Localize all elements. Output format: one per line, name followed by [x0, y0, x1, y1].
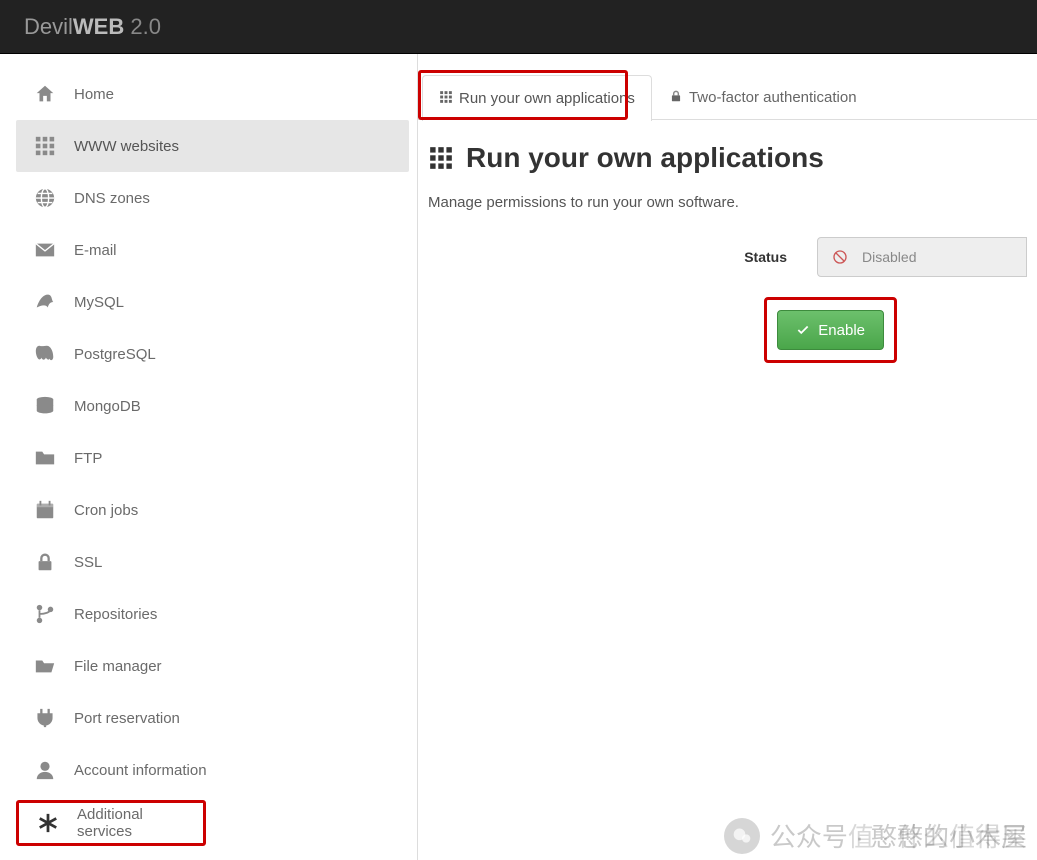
brand: DevilWEB 2.0 [24, 14, 161, 40]
sidebar-item-label: Repositories [74, 606, 157, 623]
sidebar-item-label: Home [74, 86, 114, 103]
sidebar-item-label: Additional services [77, 806, 185, 840]
postgresql-icon [34, 343, 56, 365]
sidebar-item-label: PostgreSQL [74, 346, 156, 363]
sidebar-item-www[interactable]: WWW websites [16, 120, 409, 172]
sidebar-item-ftp[interactable]: FTP [16, 432, 409, 484]
sidebar-item-dns[interactable]: DNS zones [16, 172, 409, 224]
grid-icon [34, 135, 56, 157]
sidebar-item-label: E-mail [74, 242, 117, 259]
folder-open-icon [34, 655, 56, 677]
sidebar-item-home[interactable]: Home [16, 68, 409, 120]
sidebar-item-filemanager[interactable]: File manager [16, 640, 409, 692]
sidebar-item-port[interactable]: Port reservation [16, 692, 409, 744]
enable-button[interactable]: Enable [777, 310, 884, 350]
grid-icon [439, 90, 453, 108]
plug-icon [34, 707, 56, 729]
brand-version: 2.0 [124, 14, 161, 39]
brand-part2: WEB [73, 14, 124, 39]
sidebar-item-account[interactable]: Account information [16, 744, 409, 796]
globe-icon [34, 187, 56, 209]
brand-part1: Devil [24, 14, 73, 39]
sidebar-item-mongodb[interactable]: MongoDB [16, 380, 409, 432]
database-icon [34, 395, 56, 417]
sidebar-item-label: WWW websites [74, 138, 179, 155]
asterisk-icon [37, 812, 59, 834]
lock-icon [669, 89, 683, 107]
ban-icon [832, 249, 848, 265]
grid-icon [428, 145, 454, 171]
home-icon [34, 83, 56, 105]
page-title-text: Run your own applications [466, 142, 824, 174]
main-content: Run your own applications Two-factor aut… [418, 54, 1037, 860]
sidebar-item-label: DNS zones [74, 190, 150, 207]
tab-label: Two-factor authentication [689, 89, 857, 106]
sidebar-item-mysql[interactable]: MySQL [16, 276, 409, 328]
sidebar-item-label: File manager [74, 658, 162, 675]
check-icon [796, 323, 810, 337]
sidebar-item-label: MongoDB [74, 398, 141, 415]
status-label: Status [744, 249, 787, 265]
tab-run-apps[interactable]: Run your own applications [422, 75, 652, 121]
tabs: Run your own applications Two-factor aut… [418, 54, 1037, 120]
tab-label: Run your own applications [459, 90, 635, 107]
sidebar-item-label: Account information [74, 762, 207, 779]
tab-two-factor[interactable]: Two-factor authentication [652, 74, 874, 120]
sidebar-item-email[interactable]: E-mail [16, 224, 409, 276]
branch-icon [34, 603, 56, 625]
lock-icon [34, 551, 56, 573]
enable-button-label: Enable [818, 322, 865, 339]
enable-highlight: Enable [764, 297, 897, 363]
mysql-icon [34, 291, 56, 313]
sidebar-item-repositories[interactable]: Repositories [16, 588, 409, 640]
sidebar-item-label: SSL [74, 554, 102, 571]
folder-icon [34, 447, 56, 469]
page-subtitle: Manage permissions to run your own softw… [428, 194, 1027, 211]
status-value: Disabled [862, 249, 916, 265]
sidebar-item-additional-services[interactable]: Additional services [16, 800, 206, 846]
envelope-icon [34, 239, 56, 261]
sidebar-item-label: Cron jobs [74, 502, 138, 519]
sidebar-item-cron[interactable]: Cron jobs [16, 484, 409, 536]
calendar-icon [34, 499, 56, 521]
sidebar-item-postgresql[interactable]: PostgreSQL [16, 328, 409, 380]
sidebar-item-ssl[interactable]: SSL [16, 536, 409, 588]
page-title: Run your own applications [428, 142, 1027, 174]
sidebar-item-label: FTP [74, 450, 102, 467]
status-value-box: Disabled [817, 237, 1027, 277]
topbar: DevilWEB 2.0 [0, 0, 1037, 54]
sidebar: Home WWW websites DNS zones E-mail MySQL… [0, 54, 418, 860]
status-row: Status Disabled [428, 237, 1027, 277]
sidebar-item-label: MySQL [74, 294, 124, 311]
sidebar-item-label: Port reservation [74, 710, 180, 727]
user-icon [34, 759, 56, 781]
